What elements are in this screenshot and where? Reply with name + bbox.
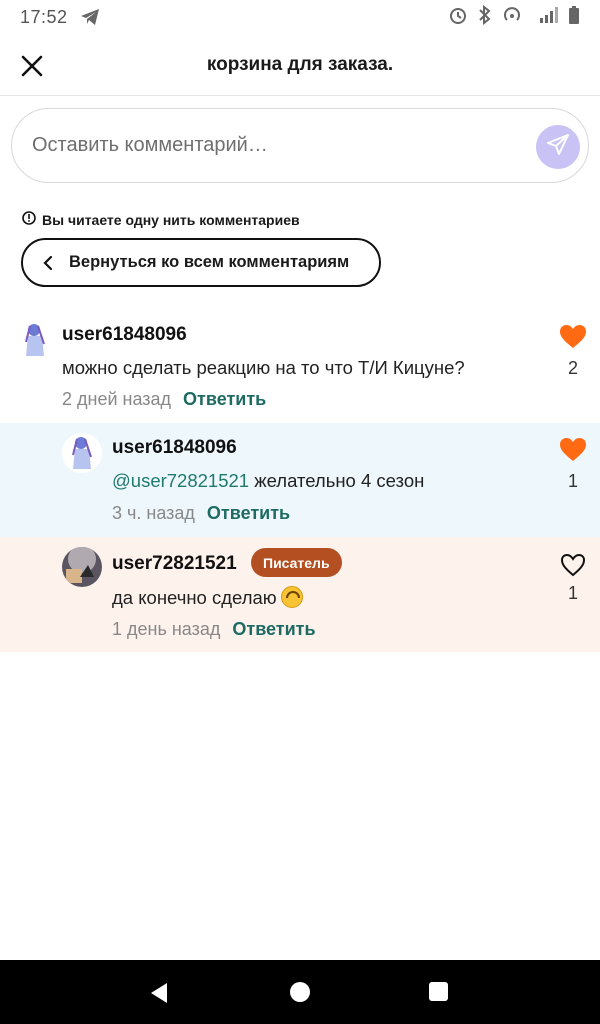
thread-notice: Вы читаете одну нить комментариев xyxy=(22,211,300,228)
comment-meta: 2 дней назад Ответить xyxy=(62,389,266,410)
like-count: 1 xyxy=(567,583,578,603)
heart-icon[interactable] xyxy=(559,324,587,350)
send-icon xyxy=(545,132,571,163)
nav-back-icon[interactable] xyxy=(149,982,169,1009)
writer-badge: Писатель xyxy=(251,548,342,577)
comment-username[interactable]: user61848096 xyxy=(112,437,237,459)
page-title: корзина для заказа. xyxy=(206,53,394,75)
info-icon xyxy=(22,211,36,228)
thread-notice-text: Вы читаете одну нить комментариев xyxy=(42,211,300,228)
comment-meta: 3 ч. назад Ответить xyxy=(112,503,290,524)
header: корзина для заказа. xyxy=(0,34,600,96)
comment-body: да конечно сделаю xyxy=(112,587,277,608)
reply-button[interactable]: Ответить xyxy=(232,619,315,640)
system-nav-bar xyxy=(0,960,600,1024)
status-icons xyxy=(448,4,580,30)
comment-time: 2 дней назад xyxy=(62,389,172,409)
comment-time: 3 ч. назад xyxy=(112,503,195,523)
comment-text: можно сделать реакцию на то что Т/И Кицу… xyxy=(62,357,465,379)
battery-icon xyxy=(568,5,580,30)
close-icon[interactable] xyxy=(14,48,50,84)
comment-body: желательно 4 сезон xyxy=(249,470,425,491)
comment-username[interactable]: user72821521 xyxy=(112,553,237,575)
hotspot-icon xyxy=(502,5,522,30)
comment-meta: 1 день назад Ответить xyxy=(112,619,316,640)
comment-item: user61848096 @user72821521 желательно 4 … xyxy=(0,423,600,537)
nav-home-icon[interactable] xyxy=(290,982,310,1002)
comment-input-container xyxy=(11,108,589,183)
comment-text: @user72821521 желательно 4 сезон xyxy=(112,470,424,492)
comment-text: да конечно сделаю xyxy=(112,586,303,609)
heart-outline-icon[interactable] xyxy=(559,552,587,578)
comment-time: 1 день назад xyxy=(112,619,221,639)
avatar[interactable] xyxy=(62,547,102,587)
signal-icon xyxy=(532,6,558,29)
status-time: 17:52 xyxy=(20,6,68,27)
mention-link[interactable]: @user72821521 xyxy=(112,470,249,491)
avatar[interactable] xyxy=(16,320,56,360)
comment-body: можно сделать реакцию на то что Т/И Кицу… xyxy=(62,357,465,378)
comment-input[interactable] xyxy=(32,134,502,157)
send-button[interactable] xyxy=(536,125,580,169)
upside-down-face-emoji-icon xyxy=(280,586,303,608)
status-bar: 17:52 xyxy=(0,0,600,34)
telegram-icon xyxy=(80,8,100,26)
like-count: 2 xyxy=(567,358,578,378)
comment-item: user72821521 Писатель да конечно сделаю … xyxy=(0,537,600,652)
reply-button[interactable]: Ответить xyxy=(207,503,290,524)
like-count: 1 xyxy=(567,471,578,491)
comment-username[interactable]: user61848096 xyxy=(62,324,187,346)
back-button-label: Вернуться ко всем комментариям xyxy=(69,253,350,271)
nav-recents-icon[interactable] xyxy=(429,982,448,1001)
comment-item: user61848096 можно сделать реакцию на то… xyxy=(0,308,600,423)
reply-button[interactable]: Ответить xyxy=(183,389,266,410)
avatar[interactable] xyxy=(62,433,102,473)
bluetooth-icon xyxy=(478,4,492,30)
alarm-icon xyxy=(448,5,468,30)
chevron-left-icon xyxy=(43,255,53,271)
heart-icon[interactable] xyxy=(559,437,587,463)
back-to-all-comments-button[interactable]: Вернуться ко всем комментариям xyxy=(21,238,381,287)
